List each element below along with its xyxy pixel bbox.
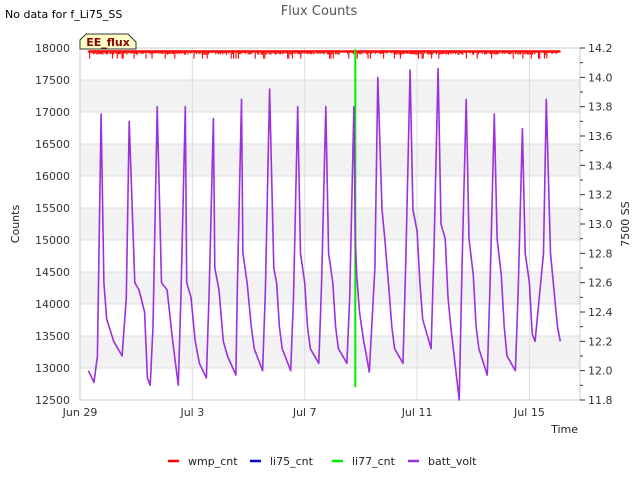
flux-counts-chart: Flux Counts No data for f_Li75_SS 125001… xyxy=(0,0,640,480)
y2-tick-label: 13.6 xyxy=(588,130,613,143)
y2-axis-label: 7500 SS xyxy=(619,201,632,246)
no-data-note: No data for f_Li75_SS xyxy=(5,8,122,21)
y-tick-label: 14000 xyxy=(35,298,70,311)
y-tick-label: 13000 xyxy=(35,362,70,375)
legend-label-wmp-cnt: wmp_cnt xyxy=(188,455,238,468)
ee-flux-badge: EE_flux xyxy=(79,33,137,50)
y-tick-label: 16000 xyxy=(35,170,70,183)
y2-tick-label: 12.6 xyxy=(588,277,613,290)
y-tick-label: 15500 xyxy=(35,202,70,215)
x-tick-label: Jun 29 xyxy=(62,406,98,419)
y-tick-label: 17500 xyxy=(35,74,70,87)
y2-tick-label: 14.0 xyxy=(588,71,613,84)
y2-tick-label: 13.4 xyxy=(588,159,613,172)
plot-band xyxy=(80,80,580,112)
y2-tick-label: 12.0 xyxy=(588,365,613,378)
y2-tick-label: 13.0 xyxy=(588,218,613,231)
legend-label-li75-cnt: li75_cnt xyxy=(270,455,314,468)
y2-tick-label: 11.8 xyxy=(588,394,613,407)
y-tick-label: 16500 xyxy=(35,138,70,151)
y2-tick-label: 13.8 xyxy=(588,101,613,114)
x-axis-label: Time xyxy=(550,423,578,436)
y2-tick-label: 14.2 xyxy=(588,42,613,55)
y-tick-label: 17000 xyxy=(35,106,70,119)
legend-label-li77-cnt: li77_cnt xyxy=(352,455,396,468)
x-tick-label: Jul 3 xyxy=(179,406,204,419)
y-tick-label: 18000 xyxy=(35,42,70,55)
badge-label: EE_flux xyxy=(86,36,130,49)
legend-label-batt-volt: batt_volt xyxy=(428,455,477,468)
y-tick-label: 14500 xyxy=(35,266,70,279)
y2-tick-label: 12.2 xyxy=(588,335,613,348)
x-tick-label: Jul 7 xyxy=(292,406,317,419)
y-tick-label: 15000 xyxy=(35,234,70,247)
y2-tick-label: 13.2 xyxy=(588,189,613,202)
plot-band xyxy=(80,144,580,176)
x-tick-label: Jul 11 xyxy=(401,406,433,419)
chart-title: Flux Counts xyxy=(281,4,358,19)
x-tick-label: Jul 15 xyxy=(513,406,545,419)
y2-tick-label: 12.8 xyxy=(588,247,613,260)
y2-tick-label: 12.4 xyxy=(588,306,613,319)
y-tick-label: 13500 xyxy=(35,330,70,343)
y-axis-label: Counts xyxy=(9,205,22,244)
plot-band xyxy=(80,272,580,304)
